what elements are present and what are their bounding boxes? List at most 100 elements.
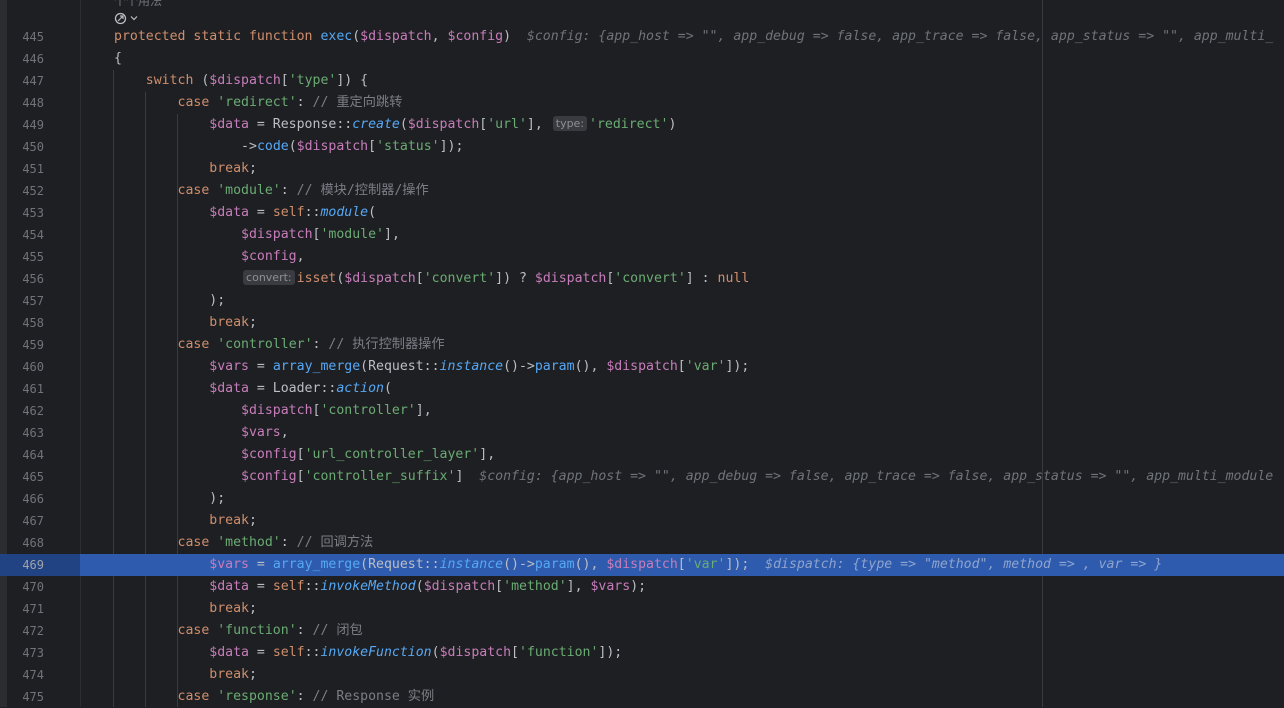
keyword: case: [177, 623, 218, 638]
code-text[interactable]: case 'function': // 闭包: [114, 620, 1284, 642]
code-line[interactable]: 462 $dispatch['controller'],: [0, 400, 1284, 422]
line-number[interactable]: 446: [0, 48, 44, 70]
code-text[interactable]: break;: [114, 510, 1284, 532]
code-line[interactable]: 467 break;: [0, 510, 1284, 532]
line-number[interactable]: 462: [0, 400, 44, 422]
code-text[interactable]: case 'response': // Response 实例: [114, 686, 1284, 708]
code-line[interactable]: 446 {: [0, 48, 1284, 70]
code-text[interactable]: case 'module': // 模块/控制器/操作: [114, 180, 1284, 202]
code-line[interactable]: 470 $data = self::invokeMethod($dispatch…: [0, 576, 1284, 598]
line-number[interactable]: 463: [0, 422, 44, 444]
line-number[interactable]: 445: [0, 26, 44, 48]
code-text[interactable]: $dispatch['module'],: [114, 224, 1284, 246]
code-text[interactable]: $config['url_controller_layer'],: [114, 444, 1284, 466]
code-line[interactable]: 452 case 'module': // 模块/控制器/操作: [0, 180, 1284, 202]
code-line[interactable]: 472 case 'function': // 闭包: [0, 620, 1284, 642]
code-text[interactable]: );: [114, 290, 1284, 312]
line-number[interactable]: 453: [0, 202, 44, 224]
line-number[interactable]: 454: [0, 224, 44, 246]
line-number[interactable]: 466: [0, 488, 44, 510]
code-text[interactable]: break;: [114, 664, 1284, 686]
code-text[interactable]: protected static function exec($dispatch…: [114, 26, 1284, 48]
code-line-current[interactable]: 469 $vars = array_merge(Request::instanc…: [0, 554, 1284, 576]
code-text[interactable]: case 'method': // 回调方法: [114, 532, 1284, 554]
line-number[interactable]: 459: [0, 334, 44, 356]
code-text[interactable]: $vars = array_merge(Request::instance()-…: [114, 356, 1284, 378]
code-text[interactable]: break;: [114, 158, 1284, 180]
code-text[interactable]: $vars,: [114, 422, 1284, 444]
code-line[interactable]: 453 $data = self::module(: [0, 202, 1284, 224]
code-text[interactable]: $data = self::invokeMethod($dispatch['me…: [114, 576, 1284, 598]
line-number[interactable]: 449: [0, 114, 44, 136]
line-number[interactable]: 471: [0, 598, 44, 620]
line-number[interactable]: 460: [0, 356, 44, 378]
line-number[interactable]: 464: [0, 444, 44, 466]
code-line[interactable]: 464 $config['url_controller_layer'],: [0, 444, 1284, 466]
code-text[interactable]: break;: [114, 312, 1284, 334]
line-number[interactable]: 451: [0, 158, 44, 180]
line-number[interactable]: 447: [0, 70, 44, 92]
code-text[interactable]: convert: isset($dispatch['convert']) ? $d…: [114, 268, 1284, 290]
line-number[interactable]: 455: [0, 246, 44, 268]
code-text[interactable]: );: [114, 488, 1284, 510]
code-line[interactable]: 461 $data = Loader::action(: [0, 378, 1284, 400]
code-line[interactable]: 449 $data = Response::create($dispatch['…: [0, 114, 1284, 136]
line-number[interactable]: 461: [0, 378, 44, 400]
code-text[interactable]: break;: [114, 598, 1284, 620]
code-text[interactable]: $dispatch['controller'],: [114, 400, 1284, 422]
code-text[interactable]: $config,: [114, 246, 1284, 268]
code-line[interactable]: 456 convert: isset($dispatch['convert']) …: [0, 268, 1284, 290]
code-line[interactable]: 475 case 'response': // Response 实例: [0, 686, 1284, 708]
code-line[interactable]: 468 case 'method': // 回调方法: [0, 532, 1284, 554]
code-line[interactable]: 471 break;: [0, 598, 1284, 620]
code-line[interactable]: 454 $dispatch['module'],: [0, 224, 1284, 246]
line-number[interactable]: 458: [0, 312, 44, 334]
code-text[interactable]: switch ($dispatch['type']) {: [114, 70, 1284, 92]
code-line[interactable]: 457 );: [0, 290, 1284, 312]
punctuation: :: [280, 183, 297, 198]
code-line[interactable]: 455 $config,: [0, 246, 1284, 268]
code-text[interactable]: $data = self::module(: [114, 202, 1284, 224]
code-line[interactable]: 473 $data = self::invokeFunction($dispat…: [0, 642, 1284, 664]
code-editor[interactable]: 个个用法 445 protected static function exec($…: [0, 0, 1284, 707]
line-number[interactable]: 457: [0, 290, 44, 312]
line-number[interactable]: 475: [0, 686, 44, 708]
code-text[interactable]: $data = self::invokeFunction($dispatch['…: [114, 642, 1284, 664]
code-text[interactable]: {: [114, 48, 1284, 70]
code-line[interactable]: 460 $vars = array_merge(Request::instanc…: [0, 356, 1284, 378]
line-number[interactable]: 467: [0, 510, 44, 532]
string-literal: 'redirect': [217, 95, 297, 110]
code-text[interactable]: case 'redirect': // 重定向跳转: [114, 92, 1284, 114]
variable: $vars: [209, 359, 249, 374]
code-line[interactable]: 448 case 'redirect': // 重定向跳转: [0, 92, 1284, 114]
code-text[interactable]: case 'controller': // 执行控制器操作: [114, 334, 1284, 356]
code-line[interactable]: 463 $vars,: [0, 422, 1284, 444]
code-text[interactable]: $config['controller_suffix'] $config: {a…: [114, 466, 1284, 488]
code-line[interactable]: 459 case 'controller': // 执行控制器操作: [0, 334, 1284, 356]
code-text[interactable]: $vars = array_merge(Request::instance()-…: [80, 554, 1284, 576]
line-number[interactable]: 469: [0, 554, 44, 576]
line-number[interactable]: 470: [0, 576, 44, 598]
code-line[interactable]: 445 protected static function exec($dispa…: [0, 26, 1284, 48]
code-line[interactable]: 447 switch ($dispatch['type']) {: [0, 70, 1284, 92]
code-lines[interactable]: 445 protected static function exec($dispa…: [0, 26, 1284, 708]
line-number[interactable]: 473: [0, 642, 44, 664]
line-number[interactable]: 465: [0, 466, 44, 488]
line-number[interactable]: 452: [0, 180, 44, 202]
code-line[interactable]: 465 $config['controller_suffix'] $config…: [0, 466, 1284, 488]
line-number[interactable]: 450: [0, 136, 44, 158]
line-number[interactable]: 472: [0, 620, 44, 642]
code-line[interactable]: 474 break;: [0, 664, 1284, 686]
code-text[interactable]: ->code($dispatch['status']);: [114, 136, 1284, 158]
line-number[interactable]: 456: [0, 268, 44, 290]
code-text[interactable]: $data = Response::create($dispatch['url'…: [114, 114, 1284, 136]
code-line[interactable]: 458 break;: [0, 312, 1284, 334]
line-number[interactable]: 468: [0, 532, 44, 554]
line-number[interactable]: 448: [0, 92, 44, 114]
code-line[interactable]: 451 break;: [0, 158, 1284, 180]
code-vision-lens[interactable]: [114, 10, 138, 26]
line-number[interactable]: 474: [0, 664, 44, 686]
code-text[interactable]: $data = Loader::action(: [114, 378, 1284, 400]
code-line[interactable]: 450 ->code($dispatch['status']);: [0, 136, 1284, 158]
code-line[interactable]: 466 );: [0, 488, 1284, 510]
